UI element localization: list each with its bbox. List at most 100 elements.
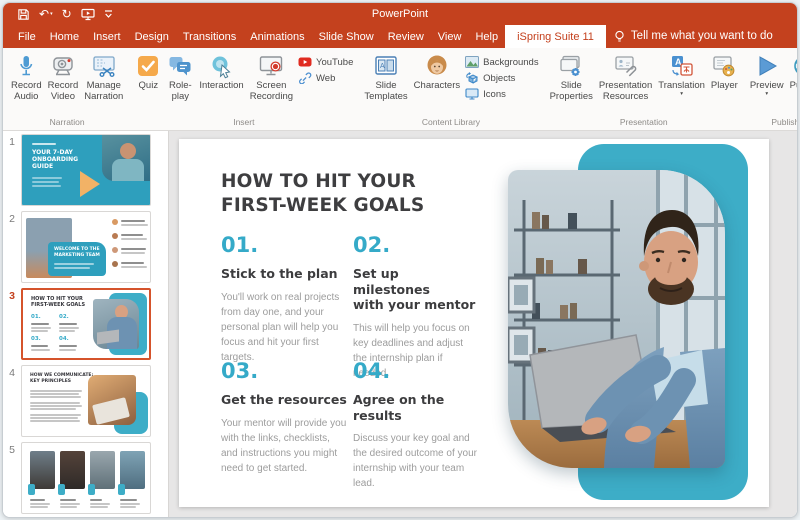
group-label-content-library: Content Library bbox=[358, 117, 543, 130]
slide-number: 1 bbox=[3, 134, 21, 206]
record-video-button[interactable]: Record Video bbox=[45, 52, 82, 103]
interaction-tap-icon bbox=[209, 53, 235, 79]
slide-thumbnail-5[interactable] bbox=[21, 442, 151, 514]
manage-narration-button[interactable]: Manage Narration bbox=[81, 52, 126, 103]
slide-templates-icon: A bbox=[373, 53, 399, 79]
characters-button[interactable]: Characters bbox=[411, 52, 463, 92]
slide-number: 5 bbox=[3, 442, 21, 514]
tab-home[interactable]: Home bbox=[43, 25, 86, 48]
youtube-icon bbox=[298, 56, 312, 68]
item-number: 02. bbox=[353, 233, 479, 257]
undo-icon[interactable]: ↶▾ bbox=[39, 8, 53, 20]
tell-me-label: Tell me what you want to do bbox=[631, 29, 773, 48]
ribbon-group-narration: Record Audio Record Video Manage Narrati… bbox=[5, 48, 129, 130]
item-heading: Get the resources bbox=[221, 392, 347, 408]
quiz-button[interactable]: Quiz bbox=[132, 52, 164, 92]
speech-bubbles-icon bbox=[167, 53, 193, 79]
slide-number: 2 bbox=[3, 211, 21, 283]
backgrounds-button[interactable]: Backgrounds bbox=[465, 56, 538, 68]
icons-button[interactable]: Icons bbox=[465, 88, 538, 100]
slide-properties-button[interactable]: Slide Properties bbox=[547, 52, 596, 103]
thumbnail-row-5: 5 bbox=[3, 442, 168, 514]
slide-item-4[interactable]: 04. Agree on the results Discuss your ke… bbox=[353, 359, 479, 491]
slide-item-1[interactable]: 01. Stick to the plan You'll work on rea… bbox=[221, 233, 347, 365]
icons-monitor-icon bbox=[465, 88, 479, 100]
role-play-button[interactable]: Role-play bbox=[164, 52, 196, 103]
quick-access-toolbar: ↶▾ ↻ bbox=[3, 8, 113, 21]
preview-play-icon bbox=[754, 53, 780, 79]
slide-thumbnail-3[interactable]: HOW TO HIT YOUR FIRST-WEEK GOALS 01. 02.… bbox=[21, 288, 151, 360]
slide-photo-man-at-laptop[interactable] bbox=[508, 170, 725, 468]
thumb1-arrow-shape bbox=[80, 171, 100, 197]
quiz-check-icon bbox=[135, 53, 161, 79]
tab-slide-show[interactable]: Slide Show bbox=[312, 25, 381, 48]
ribbon-group-publish: Preview ▾ Publish Publish bbox=[744, 48, 798, 130]
screen-recording-button[interactable]: Screen Recording bbox=[247, 52, 296, 103]
lightbulb-icon bbox=[614, 30, 625, 44]
thumb2-title-box: WELCOME TO THE MARKETING TEAM bbox=[48, 242, 106, 276]
redo-icon[interactable]: ↻ bbox=[62, 8, 72, 20]
tab-design[interactable]: Design bbox=[128, 25, 176, 48]
tab-help[interactable]: Help bbox=[468, 25, 505, 48]
tab-file[interactable]: File bbox=[11, 25, 43, 48]
ribbon-group-content-library: A Slide Templates Characters Backgrounds… bbox=[358, 48, 543, 130]
player-button[interactable]: Player bbox=[708, 52, 741, 92]
group-label-narration: Narration bbox=[5, 117, 129, 130]
slide-title[interactable]: HOW TO HIT YOUR FIRST-WEEK GOALS bbox=[221, 170, 424, 219]
thumbnail-row-4: 4 HOW WE COMMUNICATE: KEY PRINCIPLES bbox=[3, 365, 168, 437]
group-label-publish: Publish bbox=[744, 117, 798, 130]
tab-transitions[interactable]: Transitions bbox=[176, 25, 243, 48]
slide-item-3[interactable]: 03. Get the resources Your mentor will p… bbox=[221, 359, 347, 476]
slide-thumbnail-4[interactable]: HOW WE COMMUNICATE: KEY PRINCIPLES bbox=[21, 365, 151, 437]
item-heading: Stick to the plan bbox=[221, 266, 347, 282]
tab-view[interactable]: View bbox=[431, 25, 469, 48]
thumb3-photo bbox=[93, 299, 139, 349]
start-slideshow-icon[interactable] bbox=[81, 8, 95, 21]
presentation-resources-paperclip-icon bbox=[613, 53, 639, 79]
preview-dropdown-icon[interactable]: ▾ bbox=[765, 92, 768, 97]
save-icon[interactable] bbox=[17, 8, 30, 21]
record-audio-button[interactable]: Record Audio bbox=[8, 52, 45, 103]
backgrounds-image-icon bbox=[465, 56, 479, 68]
thumb4-photo bbox=[88, 375, 136, 425]
translation-button[interactable]: A Translation ▾ bbox=[655, 52, 708, 98]
item-body: Discuss your key goal and the desired ou… bbox=[353, 431, 479, 491]
slide-number: 4 bbox=[3, 365, 21, 437]
tab-ispring-suite[interactable]: iSpring Suite 11 bbox=[505, 25, 606, 48]
slide-templates-button[interactable]: A Slide Templates bbox=[361, 52, 410, 103]
thumbnail-row-3: 3 HOW TO HIT YOUR FIRST-WEEK GOALS 01. 0… bbox=[3, 288, 168, 360]
group-label-presentation: Presentation bbox=[544, 117, 744, 130]
publish-globe-icon bbox=[792, 53, 798, 79]
web-button[interactable]: Web bbox=[298, 72, 353, 84]
item-heading: Set up milestones with your mentor bbox=[353, 266, 479, 313]
thumbnail-row-1: 1 YOUR 7-DAY ONBOARDING GUIDE bbox=[3, 134, 168, 206]
ribbon-group-insert: Quiz Role-play Interaction Screen Record… bbox=[129, 48, 358, 130]
slide-thumbnail-panel: 1 YOUR 7-DAY ONBOARDING GUIDE 2 bbox=[3, 131, 169, 517]
item-number: 04. bbox=[353, 359, 479, 383]
tab-animations[interactable]: Animations bbox=[243, 25, 311, 48]
ribbon-group-presentation: Slide Properties Presentation Resources … bbox=[544, 48, 744, 130]
item-number: 03. bbox=[221, 359, 347, 383]
publish-button[interactable]: Publish bbox=[787, 52, 798, 92]
menu-bar: File Home Insert Design Transitions Anim… bbox=[3, 25, 797, 48]
screen-recording-icon bbox=[258, 53, 284, 79]
slide-thumbnail-2[interactable]: WELCOME TO THE MARKETING TEAM bbox=[21, 211, 151, 283]
presentation-resources-button[interactable]: Presentation Resources bbox=[596, 52, 655, 103]
slide-canvas: HOW TO HIT YOUR FIRST-WEEK GOALS 01. Sti… bbox=[169, 131, 797, 517]
app-window: PowerPoint ↶▾ ↻ File Home Insert Design … bbox=[2, 2, 798, 518]
tab-insert[interactable]: Insert bbox=[86, 25, 128, 48]
player-palette-icon bbox=[711, 53, 737, 79]
ribbon: Record Audio Record Video Manage Narrati… bbox=[3, 48, 797, 131]
objects-button[interactable]: Objects bbox=[465, 72, 538, 84]
youtube-button[interactable]: YouTube bbox=[298, 56, 353, 68]
slide-thumbnail-1[interactable]: YOUR 7-DAY ONBOARDING GUIDE bbox=[21, 134, 151, 206]
tab-review[interactable]: Review bbox=[381, 25, 431, 48]
group-label-insert: Insert bbox=[129, 117, 358, 130]
interaction-button[interactable]: Interaction bbox=[196, 52, 246, 92]
translation-dropdown-icon[interactable]: ▾ bbox=[680, 92, 683, 97]
undo-dropdown-icon[interactable]: ▾ bbox=[50, 8, 53, 20]
tell-me-search[interactable]: Tell me what you want to do bbox=[614, 25, 782, 48]
preview-button[interactable]: Preview ▾ bbox=[747, 52, 787, 98]
customize-toolbar-icon[interactable] bbox=[104, 9, 113, 19]
thumbnail-row-2: 2 WELCOME TO THE MARKETING TEAM bbox=[3, 211, 168, 283]
